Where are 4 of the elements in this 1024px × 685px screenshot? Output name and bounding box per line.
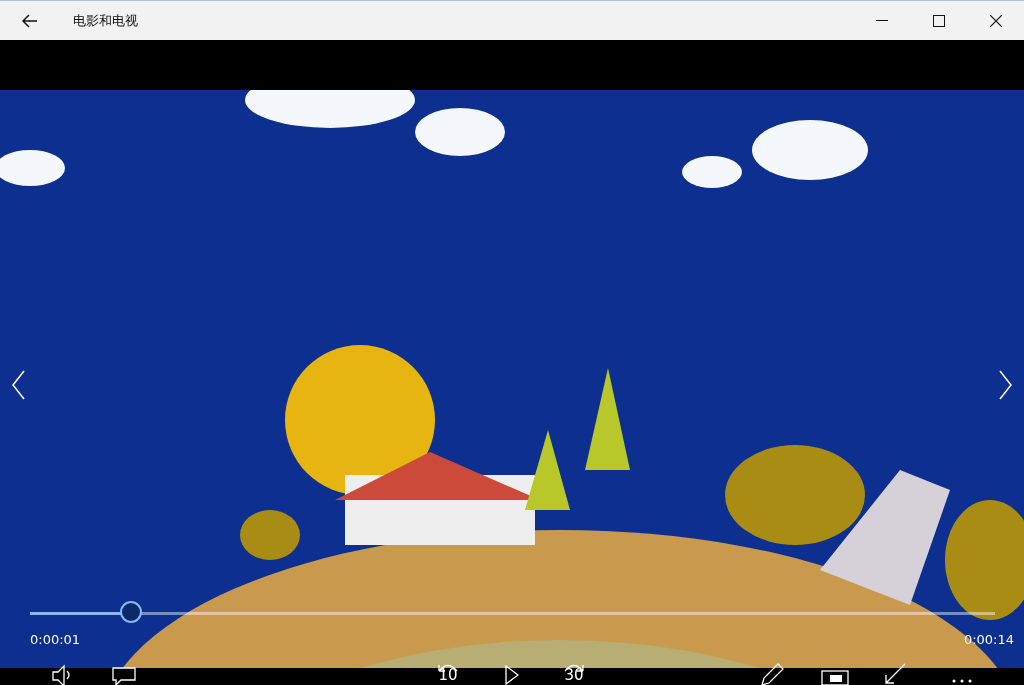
window-title: 电影和电视 <box>73 11 139 30</box>
elapsed-time: 0:00:01 <box>30 632 81 649</box>
rewind-button[interactable]: 10 <box>428 660 468 685</box>
fast-forward-button[interactable]: 30 <box>554 660 594 685</box>
